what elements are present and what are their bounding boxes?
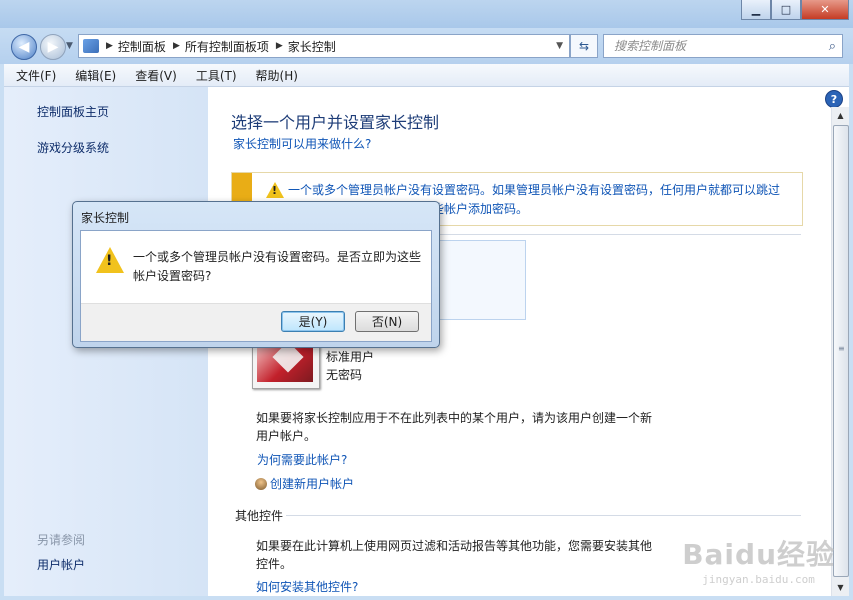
maximize-button[interactable]: □ (771, 0, 801, 20)
other-controls-heading: 其他控件 (235, 509, 284, 523)
scroll-up-icon[interactable]: ▲ (832, 107, 849, 124)
create-account-info: 如果要将家长控制应用于不在此列表中的某个用户，请为该用户创建一个新用户帐户。 (256, 411, 653, 443)
recent-pages-dropdown[interactable]: ▼ (66, 41, 73, 51)
arrow-left-icon: ◀ (18, 39, 30, 55)
menu-edit[interactable]: 编辑(E) (68, 67, 123, 84)
menu-view[interactable]: 查看(V) (128, 67, 184, 84)
control-panel-icon (83, 39, 99, 53)
chevron-right-icon[interactable]: ▶ (106, 41, 113, 51)
sidebar-item-control-panel-home[interactable]: 控制面板主页 (37, 103, 109, 120)
watermark-url: jingyan.baidu.com (702, 573, 815, 586)
arrow-right-icon: ▶ (47, 39, 59, 55)
chevron-right-icon[interactable]: ▶ (173, 41, 180, 51)
divider (286, 515, 801, 516)
menu-bar: 文件(F) 编辑(E) 查看(V) 工具(T) 帮助(H) (4, 64, 849, 87)
users-icon (255, 478, 267, 490)
caption-buttons: ▁ □ ✕ (741, 0, 849, 20)
breadcrumb[interactable]: ▶ 控制面板 ▶ 所有控制面板项 ▶ 家长控制 ▼ (78, 34, 570, 58)
install-other-controls-link[interactable]: 如何安装其他控件? (256, 578, 358, 595)
what-can-parental-controls-do-link[interactable]: 家长控制可以用来做什么? (233, 135, 371, 152)
back-button[interactable]: ◀ (11, 34, 37, 60)
other-controls-info: 如果要在此计算机上使用网页过滤和活动报告等其他功能，您需要安装其他控件。 (256, 539, 653, 571)
breadcrumb-all-items[interactable]: 所有控制面板项 (185, 38, 269, 55)
no-button[interactable]: 否(N) (355, 311, 419, 332)
forward-button[interactable]: ▶ (40, 34, 66, 60)
yes-button[interactable]: 是(Y) (281, 311, 345, 332)
create-user-account-link[interactable]: 创建新用户帐户 (255, 475, 354, 492)
user-password-status: 无密码 (326, 368, 363, 382)
dialog-message: 一个或多个管理员帐户没有设置密码。是否立即为这些帐户设置密码? (133, 250, 422, 283)
menu-file[interactable]: 文件(F) (9, 67, 63, 84)
warning-icon: ! (266, 182, 284, 198)
search-input[interactable] (612, 38, 816, 54)
page-title: 选择一个用户并设置家长控制 (231, 113, 440, 132)
breadcrumb-control-panel[interactable]: 控制面板 (118, 38, 166, 55)
dialog-title: 家长控制 (81, 211, 130, 225)
vertical-scrollbar[interactable]: ▲ ≡ ▼ (831, 107, 849, 596)
search-icon[interactable]: ⌕ (829, 39, 836, 54)
address-history-dropdown[interactable]: ▼ (556, 41, 563, 51)
why-need-account-link[interactable]: 为何需要此帐户? (257, 451, 347, 468)
refresh-button[interactable]: ⇆ (570, 34, 598, 58)
title-bar: ▁ □ ✕ (0, 0, 853, 28)
chevron-right-icon[interactable]: ▶ (276, 41, 283, 51)
address-bar: ◀ ▶ ▼ ▶ 控制面板 ▶ 所有控制面板项 ▶ 家长控制 ▼ ⇆ ⌕ (0, 28, 853, 64)
refresh-icon: ⇆ (578, 39, 590, 53)
sidebar-item-game-ratings[interactable]: 游戏分级系统 (37, 139, 109, 156)
breadcrumb-parental-controls[interactable]: 家长控制 (288, 38, 336, 55)
warning-line-1: 一个或多个管理员帐户没有设置密码。如果管理员帐户没有设置密码，任何用户就都可以跳… (288, 183, 781, 197)
scroll-thumb[interactable]: ≡ (833, 125, 849, 577)
search-box[interactable]: ⌕ (603, 34, 843, 58)
user-type: 标准用户 (326, 350, 375, 364)
sidebar-item-user-accounts[interactable]: 用户帐户 (37, 556, 85, 573)
dialog-button-bar: 是(Y) 否(N) (81, 303, 431, 341)
dialog-body: ! 一个或多个管理员帐户没有设置密码。是否立即为这些帐户设置密码? 是(Y) 否… (80, 230, 432, 342)
watermark-logo: Baidu经验 (682, 538, 835, 571)
help-icon[interactable]: ? (825, 90, 843, 108)
menu-help[interactable]: 帮助(H) (249, 67, 305, 84)
close-button[interactable]: ✕ (801, 0, 849, 20)
see-also-label: 另请参阅 (37, 533, 86, 547)
baidu-watermark: Baidu经验 jingyan.baidu.com (682, 533, 835, 586)
warning-icon: ! (96, 247, 124, 273)
minimize-button[interactable]: ▁ (741, 0, 771, 20)
menu-tools[interactable]: 工具(T) (189, 67, 244, 84)
parental-controls-dialog: 家长控制 ! 一个或多个管理员帐户没有设置密码。是否立即为这些帐户设置密码? 是… (72, 201, 440, 348)
